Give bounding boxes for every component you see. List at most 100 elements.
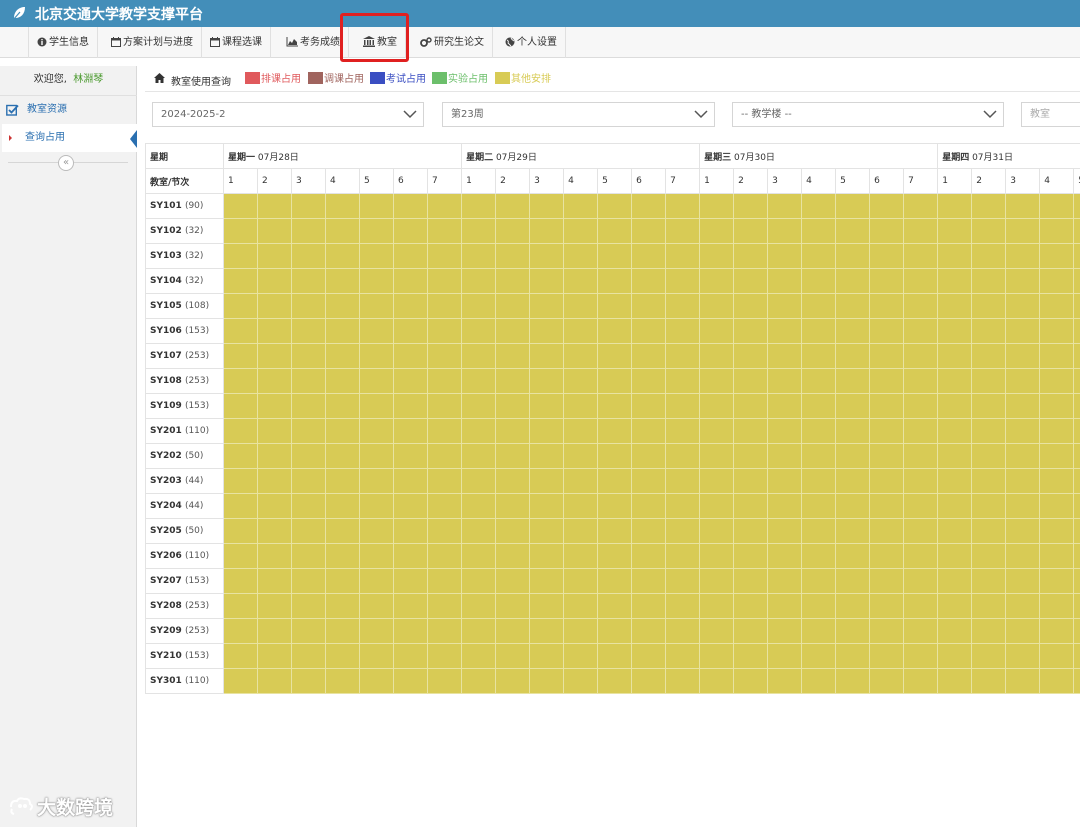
occupancy-cell[interactable] [597, 493, 633, 519]
building-select[interactable]: -- 教学楼 -- [732, 102, 1004, 127]
occupancy-cell[interactable] [291, 668, 326, 694]
occupancy-cell[interactable] [1039, 368, 1075, 394]
occupancy-cell[interactable] [971, 368, 1007, 394]
occupancy-cell[interactable] [563, 568, 599, 594]
occupancy-cell[interactable] [223, 468, 258, 494]
occupancy-cell[interactable] [1039, 393, 1075, 419]
nav-graduate-thesis[interactable]: 研究生论文 [412, 27, 493, 58]
occupancy-cell[interactable] [937, 393, 973, 419]
occupancy-cell[interactable] [835, 293, 871, 319]
occupancy-cell[interactable] [1005, 518, 1041, 544]
occupancy-cell[interactable] [257, 418, 292, 444]
occupancy-cell[interactable] [597, 293, 633, 319]
occupancy-cell[interactable] [359, 368, 394, 394]
occupancy-cell[interactable] [1005, 668, 1041, 694]
occupancy-cell[interactable] [1005, 493, 1041, 519]
occupancy-cell[interactable] [291, 243, 326, 269]
occupancy-cell[interactable] [1005, 193, 1041, 219]
occupancy-cell[interactable] [1073, 193, 1080, 219]
occupancy-cell[interactable] [426, 668, 463, 694]
occupancy-cell[interactable] [1039, 218, 1075, 244]
occupancy-cell[interactable] [767, 243, 803, 269]
occupancy-cell[interactable] [1005, 468, 1041, 494]
occupancy-cell[interactable] [869, 293, 905, 319]
occupancy-cell[interactable] [835, 568, 871, 594]
occupancy-cell[interactable] [495, 618, 531, 644]
occupancy-cell[interactable] [291, 543, 326, 569]
occupancy-cell[interactable] [665, 618, 701, 644]
occupancy-cell[interactable] [495, 568, 531, 594]
occupancy-cell[interactable] [767, 568, 803, 594]
occupancy-cell[interactable] [801, 493, 837, 519]
occupancy-cell[interactable] [461, 418, 497, 444]
occupancy-cell[interactable] [529, 543, 565, 569]
occupancy-cell[interactable] [665, 518, 701, 544]
occupancy-cell[interactable] [937, 618, 973, 644]
occupancy-cell[interactable] [1039, 243, 1075, 269]
occupancy-cell[interactable] [325, 668, 360, 694]
occupancy-cell[interactable] [665, 643, 701, 669]
occupancy-cell[interactable] [767, 318, 803, 344]
nav-personal-settings[interactable]: 个人设置 [497, 27, 566, 58]
occupancy-cell[interactable] [699, 318, 735, 344]
occupancy-cell[interactable] [597, 268, 633, 294]
occupancy-cell[interactable] [359, 293, 394, 319]
occupancy-cell[interactable] [393, 518, 428, 544]
occupancy-cell[interactable] [223, 643, 258, 669]
occupancy-cell[interactable] [869, 493, 905, 519]
occupancy-cell[interactable] [257, 193, 292, 219]
occupancy-cell[interactable] [835, 643, 871, 669]
occupancy-cell[interactable] [223, 343, 258, 369]
occupancy-cell[interactable] [631, 318, 667, 344]
occupancy-cell[interactable] [631, 518, 667, 544]
occupancy-cell[interactable] [393, 668, 428, 694]
occupancy-cell[interactable] [869, 418, 905, 444]
occupancy-cell[interactable] [461, 618, 497, 644]
occupancy-cell[interactable] [665, 243, 701, 269]
occupancy-cell[interactable] [223, 493, 258, 519]
occupancy-cell[interactable] [1005, 568, 1041, 594]
occupancy-cell[interactable] [426, 318, 463, 344]
occupancy-cell[interactable] [971, 443, 1007, 469]
occupancy-cell[interactable] [426, 443, 463, 469]
occupancy-cell[interactable] [937, 343, 973, 369]
occupancy-cell[interactable] [699, 518, 735, 544]
occupancy-cell[interactable] [529, 618, 565, 644]
occupancy-cell[interactable] [529, 268, 565, 294]
occupancy-cell[interactable] [597, 343, 633, 369]
occupancy-cell[interactable] [971, 393, 1007, 419]
occupancy-cell[interactable] [257, 243, 292, 269]
occupancy-cell[interactable] [426, 193, 463, 219]
occupancy-cell[interactable] [461, 468, 497, 494]
occupancy-cell[interactable] [563, 268, 599, 294]
occupancy-cell[interactable] [495, 343, 531, 369]
occupancy-cell[interactable] [835, 368, 871, 394]
occupancy-cell[interactable] [1005, 293, 1041, 319]
occupancy-cell[interactable] [563, 318, 599, 344]
occupancy-cell[interactable] [257, 643, 292, 669]
occupancy-cell[interactable] [801, 193, 837, 219]
occupancy-cell[interactable] [699, 593, 735, 619]
occupancy-cell[interactable] [869, 243, 905, 269]
occupancy-cell[interactable] [971, 668, 1007, 694]
occupancy-cell[interactable] [903, 518, 939, 544]
occupancy-cell[interactable] [563, 618, 599, 644]
occupancy-cell[interactable] [937, 193, 973, 219]
occupancy-cell[interactable] [359, 643, 394, 669]
occupancy-cell[interactable] [835, 493, 871, 519]
occupancy-cell[interactable] [665, 343, 701, 369]
occupancy-cell[interactable] [665, 668, 701, 694]
occupancy-cell[interactable] [529, 468, 565, 494]
occupancy-cell[interactable] [1039, 268, 1075, 294]
occupancy-cell[interactable] [665, 318, 701, 344]
occupancy-cell[interactable] [767, 593, 803, 619]
occupancy-cell[interactable] [767, 218, 803, 244]
occupancy-cell[interactable] [1073, 493, 1080, 519]
occupancy-cell[interactable] [426, 568, 463, 594]
occupancy-cell[interactable] [529, 418, 565, 444]
occupancy-cell[interactable] [393, 543, 428, 569]
occupancy-cell[interactable] [801, 268, 837, 294]
occupancy-cell[interactable] [529, 243, 565, 269]
occupancy-cell[interactable] [426, 243, 463, 269]
occupancy-cell[interactable] [529, 443, 565, 469]
